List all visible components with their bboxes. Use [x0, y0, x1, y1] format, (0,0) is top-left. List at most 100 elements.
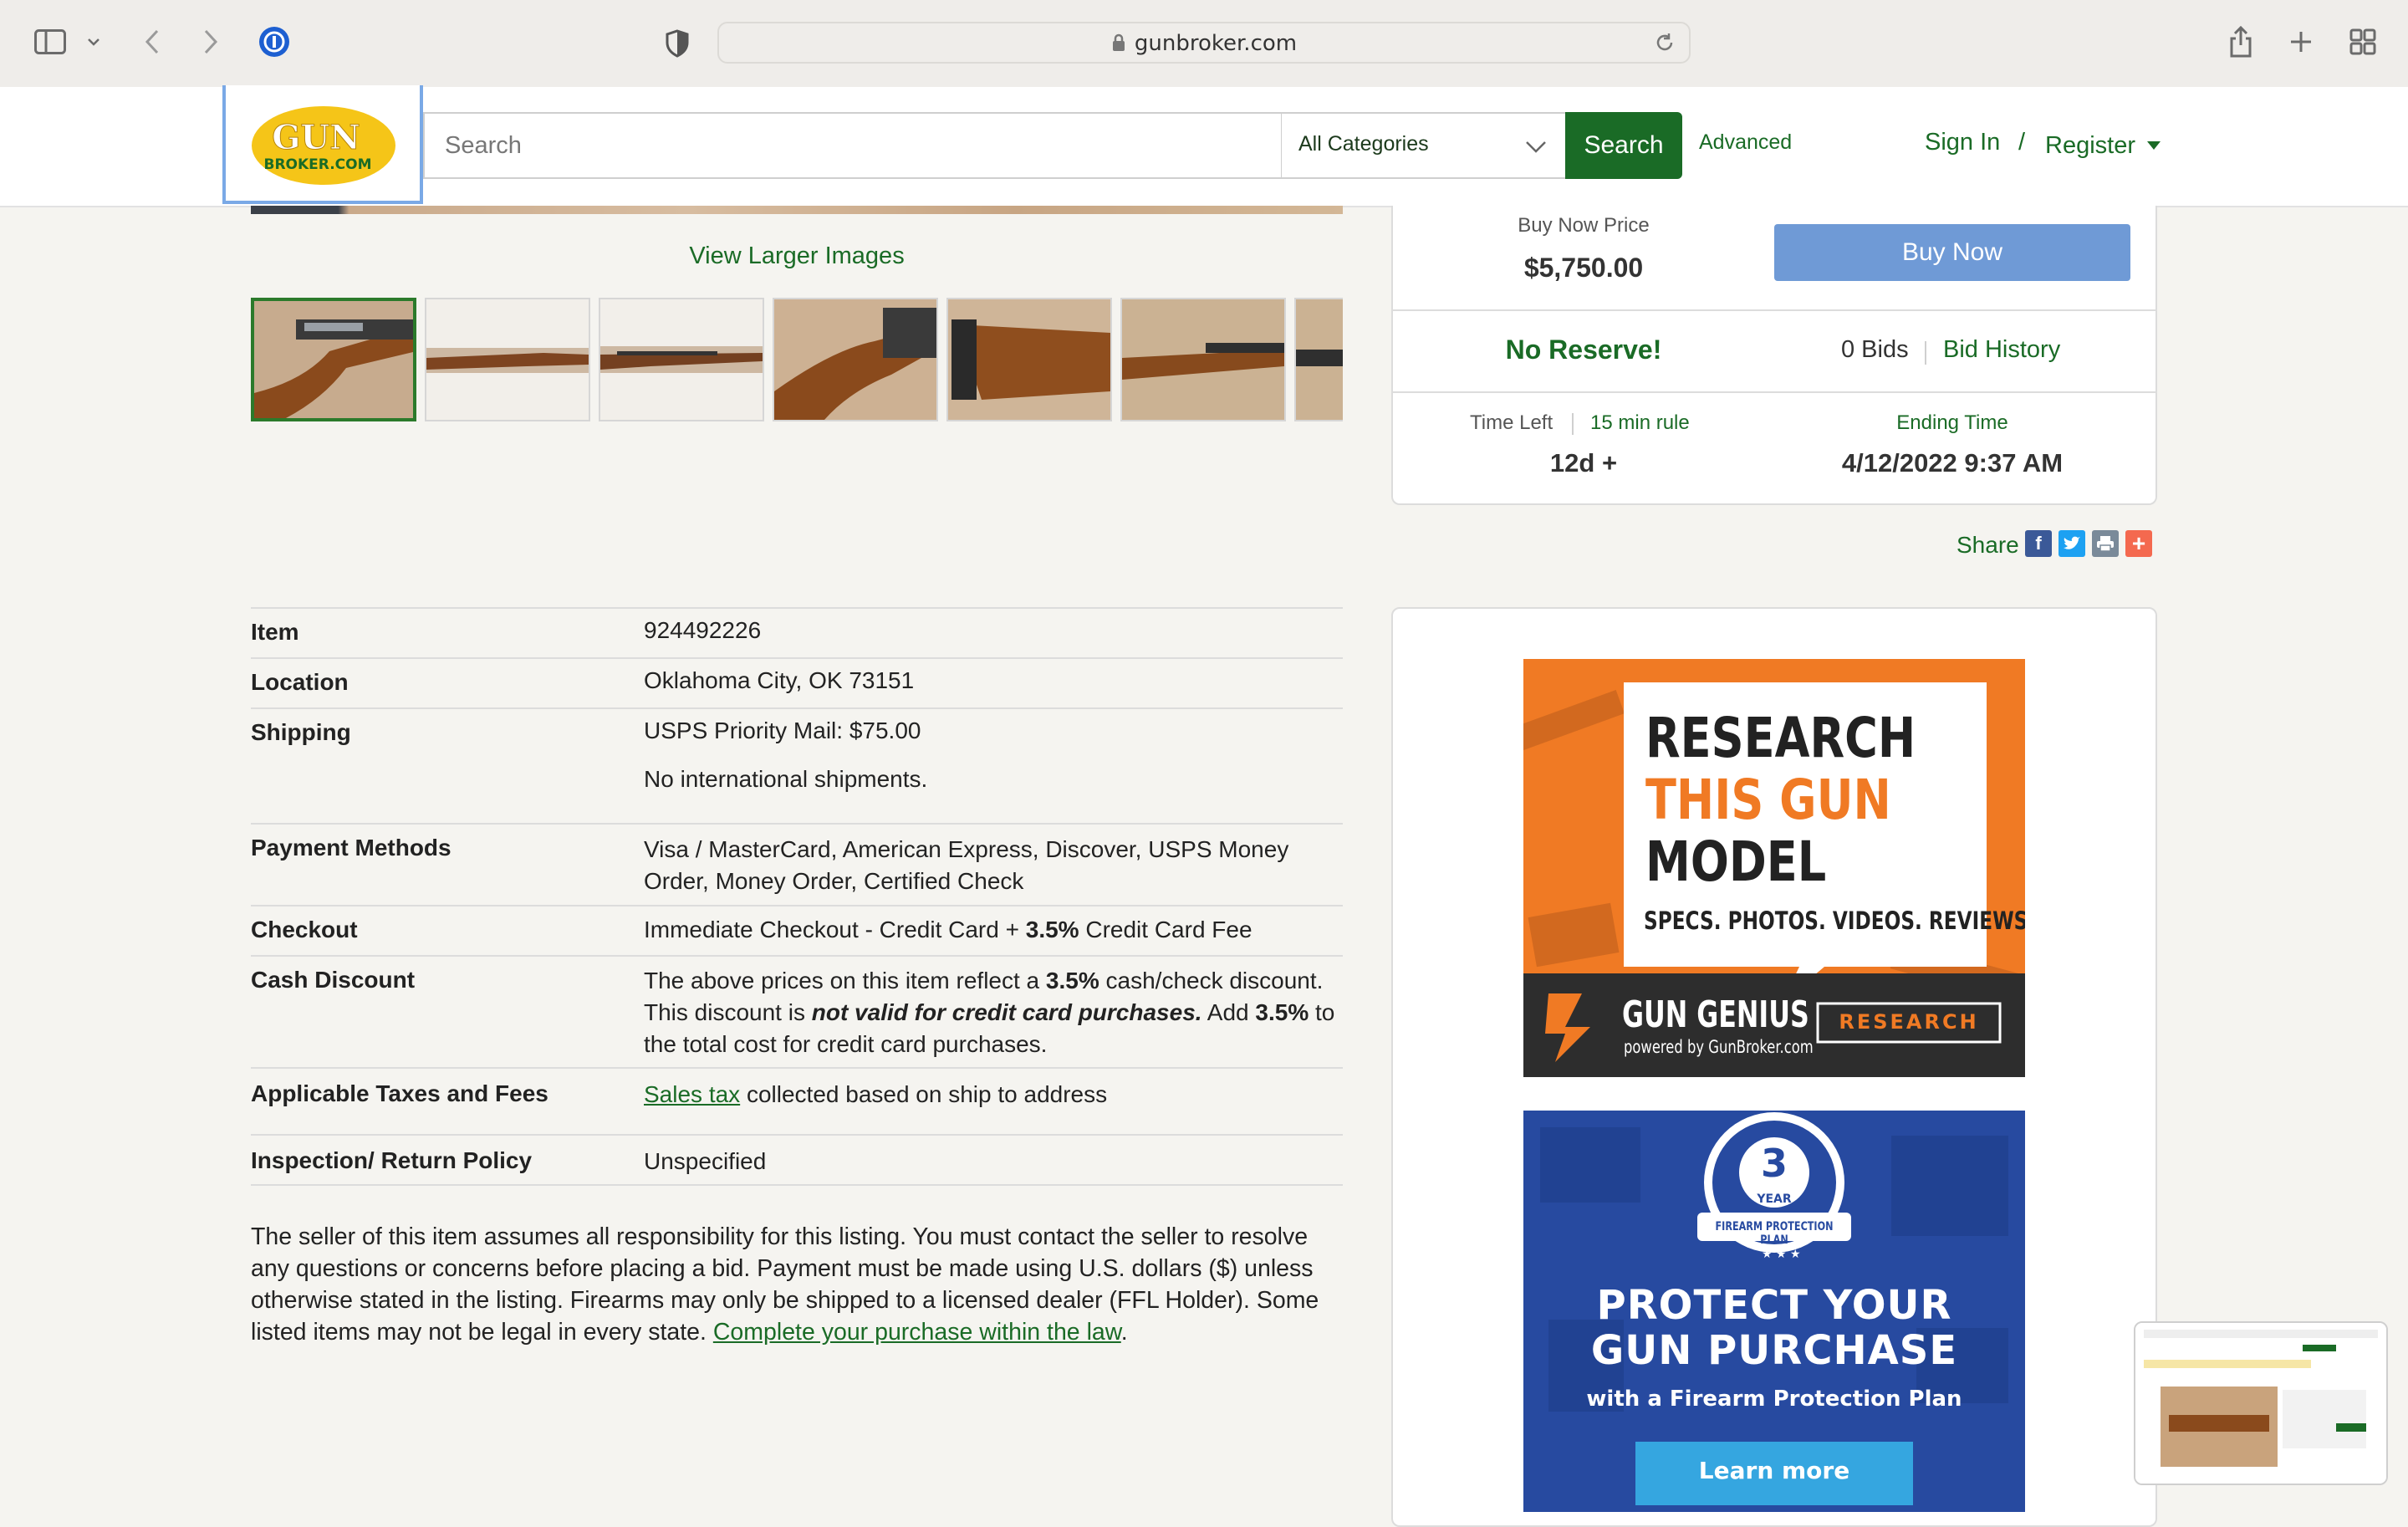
url-text: gunbroker.com: [1134, 31, 1298, 56]
thumbnail-6[interactable]: [1120, 298, 1286, 421]
checkout-label: Checkout: [251, 917, 358, 942]
shipping-label: Shipping: [251, 719, 351, 745]
thumbnail-3[interactable]: [599, 298, 764, 421]
time-separator: [1572, 413, 1574, 435]
reload-icon[interactable]: [1654, 32, 1676, 57]
sales-tax-link[interactable]: Sales tax: [644, 1081, 740, 1107]
password-manager-icon[interactable]: [258, 25, 291, 59]
bid-separator: [1925, 341, 1926, 365]
payment-methods-value: Visa / MasterCard, American Express, Dis…: [644, 836, 1289, 894]
taxes-label: Applicable Taxes and Fees: [251, 1080, 548, 1106]
thumbnail-5[interactable]: [946, 298, 1112, 421]
screenshot-preview-thumbnail[interactable]: [2134, 1321, 2388, 1485]
item-number: 924492226: [644, 617, 762, 643]
details-top-border: [251, 607, 1343, 609]
panel-divider: [1393, 309, 2155, 311]
protection-plan-ad[interactable]: ★ ★ ★ 3 YEAR FIREARM PROTECTION PLAN PRO…: [1523, 1111, 2025, 1512]
ad-research-line3: MODEL: [1645, 830, 1827, 894]
new-tab-icon[interactable]: [2284, 25, 2318, 59]
cash-discount-value: The above prices on this item reflect a …: [644, 968, 1335, 1057]
chevron-down-icon[interactable]: [84, 30, 104, 54]
sidebar-toggle-icon[interactable]: [32, 25, 69, 59]
forward-arrow-icon[interactable]: [196, 25, 226, 59]
svg-text:★ ★ ★: ★ ★ ★: [1762, 1248, 1801, 1261]
category-selected-label: All Categories: [1298, 132, 1429, 156]
ad-research-line2: THIS GUN: [1645, 768, 1891, 832]
row-divider: [251, 1184, 1343, 1186]
research-gun-ad[interactable]: RESEARCH THIS GUN MODEL SPECS. PHOTOS. V…: [1523, 659, 2025, 1077]
gun-genius-brand: GUN GENIUS: [1622, 993, 1809, 1036]
tab-overview-icon[interactable]: [2346, 25, 2380, 59]
main-image-bottom-edge[interactable]: [251, 206, 1343, 214]
time-left-label: Time Left: [1470, 411, 1553, 434]
location-label: Location: [251, 669, 349, 695]
add-share-icon[interactable]: +: [2125, 530, 2152, 557]
research-button[interactable]: RESEARCH: [1818, 1010, 2000, 1034]
row-divider: [251, 905, 1343, 906]
category-select[interactable]: All Categories: [1281, 112, 1567, 179]
view-larger-images-link[interactable]: View Larger Images: [251, 243, 1343, 270]
protect-line2: GUN PURCHASE: [1590, 1327, 1958, 1374]
checkout-value: Immediate Checkout - Credit Card + 3.5% …: [644, 917, 1252, 942]
facebook-icon[interactable]: f: [2025, 530, 2052, 557]
search-input[interactable]: [423, 112, 1283, 179]
advanced-search-link[interactable]: Advanced: [1699, 130, 1792, 155]
ad-research-line1: RESEARCH: [1645, 706, 1916, 770]
ending-time-value: 4/12/2022 9:37 AM: [1841, 448, 2064, 478]
bid-history-link[interactable]: Bid History: [1943, 336, 2060, 364]
payment-methods-label: Payment Methods: [251, 835, 452, 861]
thumbnail-1[interactable]: [251, 298, 416, 421]
header-separator: /: [2018, 129, 2026, 156]
address-bar[interactable]: gunbroker.com: [717, 22, 1691, 64]
badge-plan: FIREARM PROTECTION PLAN: [1715, 1220, 1834, 1247]
row-divider: [251, 1134, 1343, 1136]
gun-genius-sub: powered by GunBroker.com: [1624, 1037, 1814, 1057]
twitter-icon[interactable]: [2059, 530, 2085, 557]
learn-more-button[interactable]: Learn more: [1635, 1457, 1913, 1484]
buy-now-price: $5,750.00: [1523, 253, 1644, 283]
print-icon[interactable]: [2092, 530, 2119, 557]
register-link[interactable]: Register: [2045, 129, 2161, 160]
badge-year: YEAR: [1757, 1192, 1792, 1206]
chevron-down-icon: [1525, 140, 1547, 157]
buy-now-price-label: Buy Now Price: [1518, 214, 1650, 237]
panel-divider: [1393, 391, 2155, 393]
gunbroker-logo[interactable]: GUN BROKER.COM: [251, 105, 396, 186]
thumbnail-2[interactable]: [425, 298, 590, 421]
svg-text:BROKER.COM: BROKER.COM: [264, 156, 372, 173]
row-divider: [251, 955, 1343, 957]
fifteen-min-rule-link[interactable]: 15 min rule: [1590, 411, 1690, 435]
return-policy-label: Inspection/ Return Policy: [251, 1147, 533, 1173]
svg-text:GUN: GUN: [272, 118, 360, 157]
browser-toolbar: gunbroker.com: [0, 0, 2408, 88]
thumbnail-4[interactable]: [773, 298, 938, 421]
protect-sub: with a Firearm Protection Plan: [1586, 1387, 1962, 1412]
ad-research-headline: RESEARCH THIS GUN MODEL: [1645, 707, 1916, 893]
ad-research-tagline: SPECS. PHOTOS. VIDEOS. REVIEWS.: [1644, 906, 2025, 935]
register-label: Register: [2045, 132, 2135, 159]
back-arrow-icon[interactable]: [137, 25, 167, 59]
shipping-value: USPS Priority Mail: $75.00: [644, 718, 921, 743]
cash-discount-label: Cash Discount: [251, 967, 416, 993]
share-label: Share: [1956, 532, 2019, 558]
privacy-shield-icon[interactable]: [661, 27, 694, 60]
seller-disclaimer: The seller of this item assumes all resp…: [251, 1223, 1319, 1346]
search-button[interactable]: Search: [1565, 112, 1682, 179]
badge-number: 3: [1760, 1141, 1788, 1186]
thumbnail-7[interactable]: [1294, 298, 1343, 421]
row-divider: [251, 823, 1343, 825]
no-reserve-label: No Reserve!: [1505, 335, 1662, 365]
buy-now-button[interactable]: Buy Now: [1774, 224, 2130, 281]
address-host: gunbroker.com: [719, 31, 1689, 58]
caret-down-icon: [2147, 129, 2161, 156]
sign-in-link[interactable]: Sign In: [1925, 129, 2000, 156]
row-divider: [251, 657, 1343, 659]
item-label: Item: [251, 619, 299, 645]
time-left-value: 12d +: [1549, 448, 1618, 478]
purchase-law-link[interactable]: Complete your purchase within the law: [713, 1319, 1121, 1346]
protect-line1: PROTECT YOUR: [1596, 1282, 1952, 1329]
shipping-note: No international shipments.: [644, 766, 928, 792]
share-icon[interactable]: [2224, 23, 2258, 60]
bid-count: 0 Bids: [1841, 336, 1909, 363]
ending-time-label: Ending Time: [1896, 411, 2008, 434]
